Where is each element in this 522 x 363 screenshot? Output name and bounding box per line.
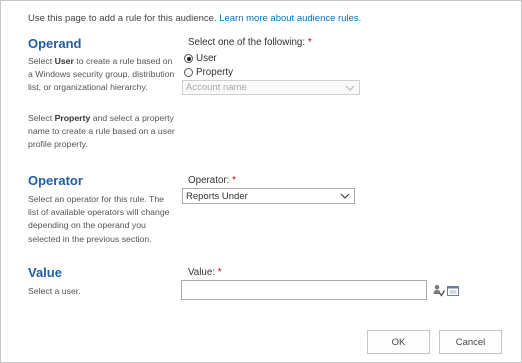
operator-label-text: Operator: bbox=[188, 175, 230, 186]
operand-desc-bold: User bbox=[54, 56, 74, 66]
operand-title: Operand bbox=[28, 36, 82, 51]
required-marker: * bbox=[217, 267, 222, 278]
property-select-value: Account name bbox=[186, 82, 247, 93]
check-names-icon[interactable] bbox=[433, 284, 445, 297]
operand-desc2-bold: Property bbox=[54, 113, 91, 123]
intro-sentence: Use this page to add a rule for this aud… bbox=[28, 13, 217, 24]
operator-description: Select an operator for this rule. The li… bbox=[28, 194, 170, 244]
operator-field-label: Operator: * bbox=[188, 175, 236, 186]
value-title: Value bbox=[28, 265, 62, 280]
value-input[interactable] bbox=[181, 280, 427, 300]
operand-desc2-text: Select bbox=[28, 113, 55, 123]
radio-property-label: Property bbox=[196, 67, 234, 78]
dialog-frame: Use this page to add a rule for this aud… bbox=[0, 0, 522, 363]
intro-text: Use this page to add a rule for this aud… bbox=[28, 13, 361, 24]
operator-select[interactable]: Reports Under bbox=[182, 188, 355, 204]
radio-button-user[interactable] bbox=[184, 54, 193, 63]
address-book-icon[interactable] bbox=[447, 286, 459, 296]
radio-user-label: User bbox=[196, 53, 217, 64]
value-field-label: Value: * bbox=[188, 267, 222, 278]
operator-select-value: Reports Under bbox=[186, 190, 248, 202]
ok-button[interactable]: OK bbox=[367, 330, 430, 354]
chevron-down-icon bbox=[345, 85, 355, 91]
property-select: Account name bbox=[182, 80, 360, 95]
operand-field-label: Select one of the following: * bbox=[188, 37, 312, 48]
required-marker: * bbox=[232, 175, 236, 186]
operand-description-2: Select Property and select a property na… bbox=[28, 112, 176, 152]
required-marker: * bbox=[307, 37, 312, 48]
learn-more-link[interactable]: Learn more about audience rules. bbox=[219, 13, 361, 24]
operator-title: Operator bbox=[28, 173, 83, 188]
operand-desc-text: Select bbox=[28, 56, 55, 66]
value-description: Select a user. bbox=[28, 286, 81, 296]
radio-user[interactable]: User bbox=[184, 52, 217, 65]
chevron-down-icon bbox=[340, 193, 350, 199]
radio-button-property[interactable] bbox=[184, 68, 193, 77]
cancel-button[interactable]: Cancel bbox=[439, 330, 502, 354]
operand-description: Select User to create a rule based on a … bbox=[28, 55, 176, 95]
radio-property[interactable]: Property bbox=[184, 66, 233, 79]
operand-label-text: Select one of the following: bbox=[188, 37, 306, 48]
value-label-text: Value: bbox=[188, 267, 216, 278]
